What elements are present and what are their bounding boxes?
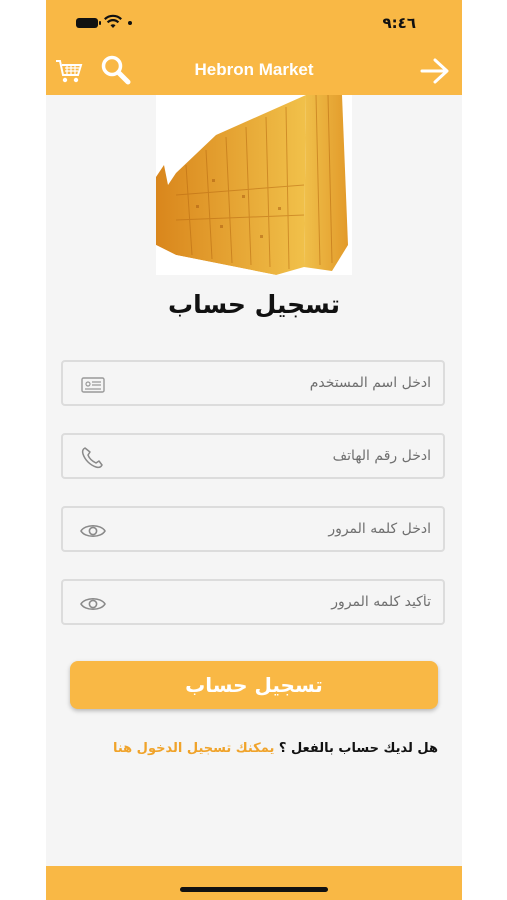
battery-icon [76, 18, 101, 28]
username-input[interactable] [113, 370, 433, 396]
login-link[interactable]: يمكنك تسجيل الدخول هنا [113, 741, 274, 756]
nav-bar: Hebron Market [46, 52, 462, 92]
wifi-icon [104, 14, 122, 28]
page-title: تسجيل حساب [167, 290, 341, 319]
arrow-right-icon[interactable] [420, 58, 450, 84]
app-title: Hebron Market [194, 60, 314, 79]
register-button[interactable]: تسجيل حساب [70, 661, 438, 709]
phone-input[interactable] [113, 443, 433, 469]
app-screen: ٩:٤٦ Hebron Market تسجيل حساب ادخل اسم ا… [46, 0, 462, 900]
phone-field[interactable] [61, 433, 445, 479]
home-indicator[interactable] [180, 887, 328, 892]
ibrahimi-mosque-picture [156, 95, 352, 275]
status-bar: ٩:٤٦ [46, 12, 462, 36]
id-card-icon [81, 377, 105, 393]
login-question: هل لديك حساب بالفعل ؟ [278, 741, 438, 756]
signal-dot-icon [128, 21, 132, 25]
username-field[interactable] [61, 360, 445, 406]
hero-image [156, 95, 352, 275]
app-header: ٩:٤٦ Hebron Market [46, 0, 462, 95]
confirm-password-input[interactable] [113, 589, 433, 615]
eye-icon[interactable] [79, 519, 107, 543]
eye-icon[interactable] [79, 592, 107, 616]
bottom-bar [46, 866, 462, 900]
login-prompt: هل لديك حساب بالفعل ؟ يمكنك تسجيل الدخول… [113, 741, 438, 756]
password-field[interactable] [61, 506, 445, 552]
confirm-password-field[interactable] [61, 579, 445, 625]
password-input[interactable] [113, 516, 433, 542]
status-time: ٩:٤٦ [382, 14, 416, 32]
phone-icon [81, 447, 103, 469]
